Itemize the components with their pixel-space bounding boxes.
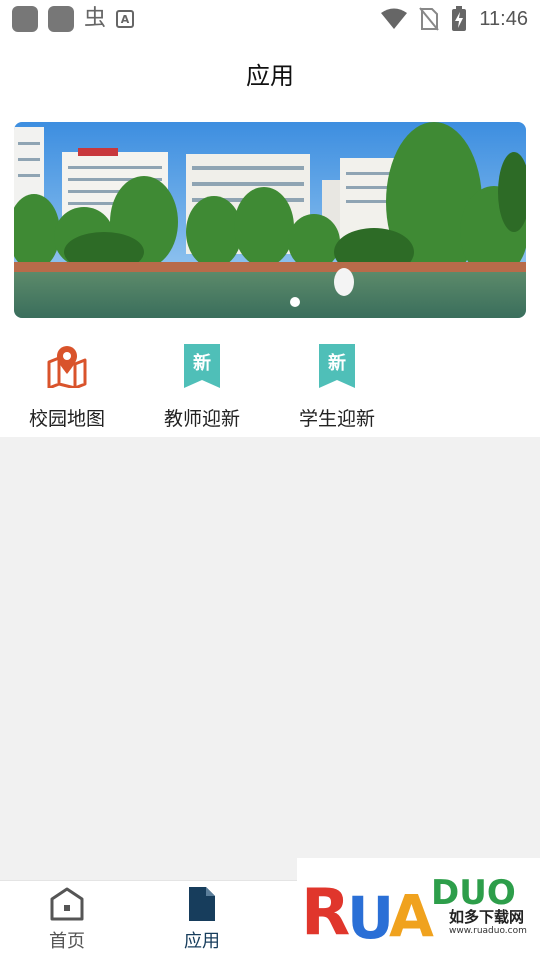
status-right-icons: 11:46	[381, 6, 528, 32]
nav-home[interactable]: 首页	[22, 887, 112, 953]
wifi-icon	[381, 8, 408, 29]
new-badge-icon: 新	[313, 342, 361, 390]
battery-charging-icon	[452, 6, 467, 31]
app-teacher-welcome[interactable]: 新 教师迎新	[147, 342, 257, 431]
no-sim-icon	[419, 7, 440, 31]
svg-text:A: A	[389, 882, 434, 950]
bug-icon: 虫	[84, 6, 107, 31]
home-icon	[50, 887, 84, 921]
watermark-subtitle: 如多下载网	[449, 908, 525, 926]
status-time: 11:46	[479, 7, 528, 30]
app-square-icon	[48, 6, 74, 32]
svg-text:R: R	[301, 876, 350, 950]
watermark-url: www.ruaduo.com	[449, 926, 527, 936]
svg-text:U: U	[347, 884, 394, 952]
badge-text: 新	[193, 352, 211, 374]
page-title: 应用	[246, 61, 294, 90]
campus-photo	[14, 122, 526, 318]
app-label: 校园地图	[28, 408, 105, 430]
map-pin-icon	[43, 342, 91, 390]
document-icon	[189, 887, 215, 921]
app-label: 教师迎新	[163, 408, 240, 430]
nav-label: 应用	[184, 931, 220, 952]
new-badge-icon: 新	[178, 342, 226, 390]
content-area	[0, 437, 540, 880]
status-left-icons: 虫 A	[12, 6, 135, 32]
status-bar: 虫 A 11:46	[0, 0, 540, 38]
app-square-icon	[12, 6, 38, 32]
watermark-logo: R U A DUO 如多下载网 www.ruaduo.com	[297, 858, 540, 960]
badge-text: 新	[328, 352, 346, 374]
page-header: 应用	[0, 38, 540, 108]
banner-carousel[interactable]	[14, 122, 526, 318]
app-grid: 校园地图 新 教师迎新 新 学生迎新	[0, 330, 540, 437]
app-student-welcome[interactable]: 新 学生迎新	[282, 342, 392, 431]
nav-label: 首页	[49, 931, 85, 952]
nav-apps[interactable]: 应用	[157, 887, 247, 953]
app-label: 学生迎新	[298, 408, 375, 430]
carousel-indicator	[290, 297, 300, 307]
text-a-icon: A	[116, 10, 135, 28]
app-campus-map[interactable]: 校园地图	[12, 342, 122, 431]
